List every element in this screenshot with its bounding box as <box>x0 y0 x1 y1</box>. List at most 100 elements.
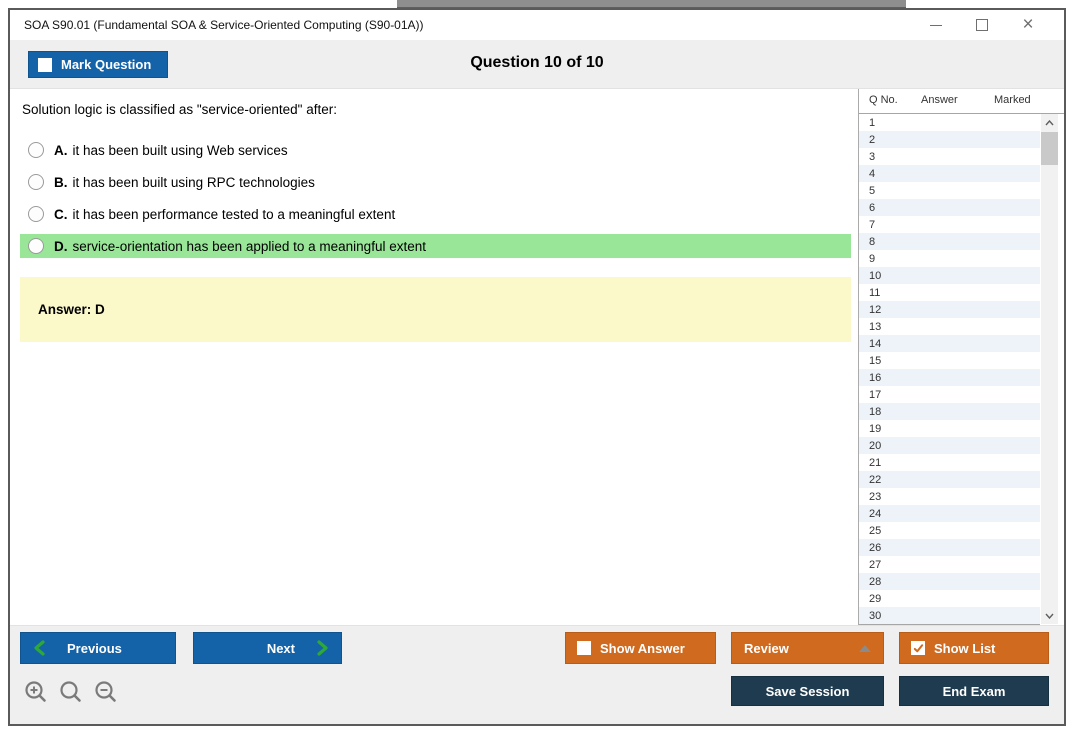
question-number: 19 <box>859 423 881 435</box>
question-number: 18 <box>859 406 881 418</box>
chevron-left-icon <box>33 640 45 656</box>
table-row[interactable]: 29 <box>859 590 1040 607</box>
zoom-in-icon[interactable] <box>22 678 50 706</box>
check-icon <box>913 643 924 654</box>
show-answer-checkbox[interactable] <box>577 641 591 655</box>
show-list-checkbox[interactable] <box>911 641 925 655</box>
question-number: 4 <box>859 168 875 180</box>
column-qno: Q No. <box>869 94 898 106</box>
save-session-label: Save Session <box>766 684 850 699</box>
table-row[interactable]: 12 <box>859 301 1040 318</box>
table-row[interactable]: 4 <box>859 165 1040 182</box>
table-row[interactable]: 19 <box>859 420 1040 437</box>
table-row[interactable]: 9 <box>859 250 1040 267</box>
scrollbar[interactable] <box>1041 114 1058 624</box>
review-label: Review <box>744 641 789 656</box>
footer-bar: Previous Next Show Answer Review Show Li… <box>10 625 1064 724</box>
option-letter: C. <box>54 207 68 222</box>
show-answer-label: Show Answer <box>600 641 685 656</box>
table-row[interactable]: 22 <box>859 471 1040 488</box>
answer-box: Answer: D <box>20 277 851 342</box>
question-number: 17 <box>859 389 881 401</box>
main-area: Solution logic is classified as "service… <box>10 89 1064 625</box>
minimize-icon[interactable] <box>928 17 944 33</box>
option-b[interactable]: B. it has been built using RPC technolog… <box>20 170 851 194</box>
question-text: Solution logic is classified as "service… <box>22 102 337 117</box>
table-row[interactable]: 18 <box>859 403 1040 420</box>
table-row[interactable]: 24 <box>859 505 1040 522</box>
maximize-icon[interactable] <box>974 17 990 33</box>
table-row[interactable]: 11 <box>859 284 1040 301</box>
question-number: 8 <box>859 236 875 248</box>
question-panel: Solution logic is classified as "service… <box>10 89 859 625</box>
table-row[interactable]: 6 <box>859 199 1040 216</box>
review-button[interactable]: Review <box>731 632 884 664</box>
next-button[interactable]: Next <box>193 632 342 664</box>
table-row[interactable]: 25 <box>859 522 1040 539</box>
question-number: 10 <box>859 270 881 282</box>
question-number: 2 <box>859 134 875 146</box>
question-number: 13 <box>859 321 881 333</box>
question-list-header: Q No. Answer Marked <box>859 89 1064 114</box>
show-list-button[interactable]: Show List <box>899 632 1049 664</box>
table-row[interactable]: 13 <box>859 318 1040 335</box>
table-row[interactable]: 26 <box>859 539 1040 556</box>
end-exam-button[interactable]: End Exam <box>899 676 1049 706</box>
question-number: 12 <box>859 304 881 316</box>
question-counter: Question 10 of 10 <box>10 54 1064 72</box>
option-text: service-orientation has been applied to … <box>73 239 426 254</box>
table-row[interactable]: 5 <box>859 182 1040 199</box>
question-number: 30 <box>859 610 881 622</box>
zoom-controls <box>22 678 120 706</box>
question-number: 22 <box>859 474 881 486</box>
table-row[interactable]: 8 <box>859 233 1040 250</box>
table-row[interactable]: 1 <box>859 114 1040 131</box>
window-title: SOA S90.01 (Fundamental SOA & Service-Or… <box>24 18 928 32</box>
title-bar: SOA S90.01 (Fundamental SOA & Service-Or… <box>10 10 1064 40</box>
zoom-reset-icon[interactable] <box>57 678 85 706</box>
table-row[interactable]: 10 <box>859 267 1040 284</box>
question-number: 9 <box>859 253 875 265</box>
table-row[interactable]: 23 <box>859 488 1040 505</box>
option-a[interactable]: A. it has been built using Web services <box>20 138 851 162</box>
zoom-out-icon[interactable] <box>92 678 120 706</box>
save-session-button[interactable]: Save Session <box>731 676 884 706</box>
table-row[interactable]: 21 <box>859 454 1040 471</box>
table-row[interactable]: 15 <box>859 352 1040 369</box>
question-header: Mark Question Question 10 of 10 <box>10 40 1064 89</box>
column-answer: Answer <box>921 94 958 106</box>
option-text: it has been built using Web services <box>73 143 288 158</box>
question-number: 26 <box>859 542 881 554</box>
scrollbar-thumb[interactable] <box>1041 132 1058 165</box>
table-row[interactable]: 30 <box>859 607 1040 624</box>
table-row[interactable]: 17 <box>859 386 1040 403</box>
scroll-up-icon[interactable] <box>1041 114 1058 131</box>
table-row[interactable]: 27 <box>859 556 1040 573</box>
radio-icon[interactable] <box>28 238 44 254</box>
radio-icon[interactable] <box>28 174 44 190</box>
table-row[interactable]: 3 <box>859 148 1040 165</box>
answer-text: Answer: D <box>38 302 105 317</box>
table-row[interactable]: 7 <box>859 216 1040 233</box>
table-row[interactable]: 16 <box>859 369 1040 386</box>
question-number: 1 <box>859 117 875 129</box>
previous-button[interactable]: Previous <box>20 632 176 664</box>
close-icon[interactable]: × <box>1020 17 1036 33</box>
option-c[interactable]: C. it has been performance tested to a m… <box>20 202 851 226</box>
radio-icon[interactable] <box>28 206 44 222</box>
option-letter: B. <box>54 175 68 190</box>
table-row[interactable]: 2 <box>859 131 1040 148</box>
option-letter: D. <box>54 239 68 254</box>
question-number: 29 <box>859 593 881 605</box>
question-number: 3 <box>859 151 875 163</box>
question-number: 28 <box>859 576 881 588</box>
option-d[interactable]: D. service-orientation has been applied … <box>20 234 851 258</box>
table-row[interactable]: 28 <box>859 573 1040 590</box>
exam-window: SOA S90.01 (Fundamental SOA & Service-Or… <box>8 8 1066 726</box>
question-list: 1234567891011121314151617181920212223242… <box>859 114 1040 625</box>
show-answer-button[interactable]: Show Answer <box>565 632 716 664</box>
table-row[interactable]: 14 <box>859 335 1040 352</box>
table-row[interactable]: 20 <box>859 437 1040 454</box>
scroll-down-icon[interactable] <box>1041 607 1058 624</box>
radio-icon[interactable] <box>28 142 44 158</box>
